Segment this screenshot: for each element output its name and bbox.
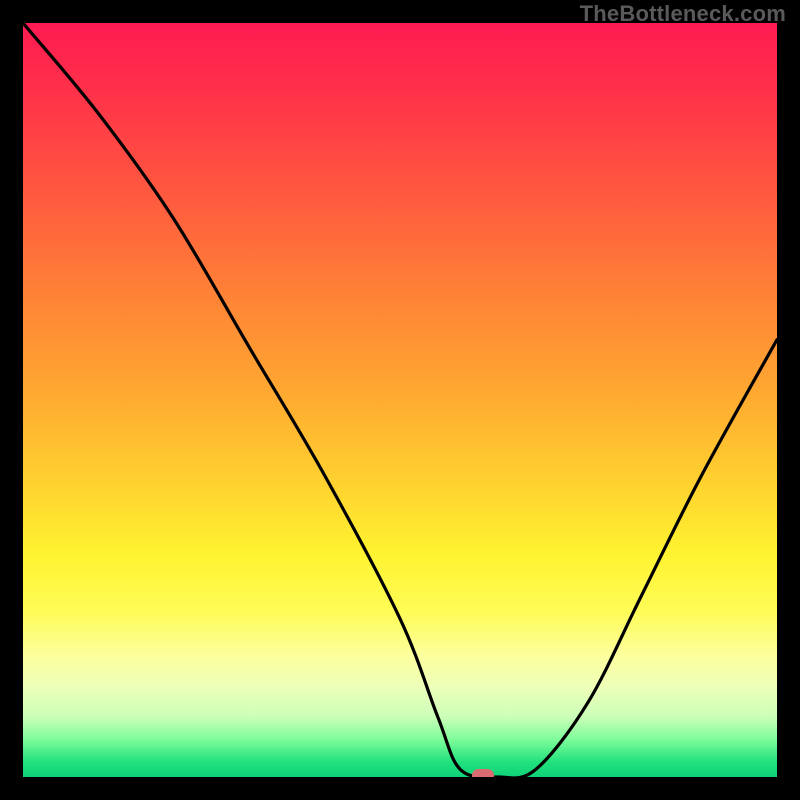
- plot-area: [23, 23, 777, 777]
- bottleneck-curve: [23, 23, 777, 777]
- curve-path: [23, 23, 777, 777]
- optimal-marker: [472, 769, 494, 777]
- chart-frame: TheBottleneck.com: [0, 0, 800, 800]
- watermark-text: TheBottleneck.com: [580, 1, 786, 27]
